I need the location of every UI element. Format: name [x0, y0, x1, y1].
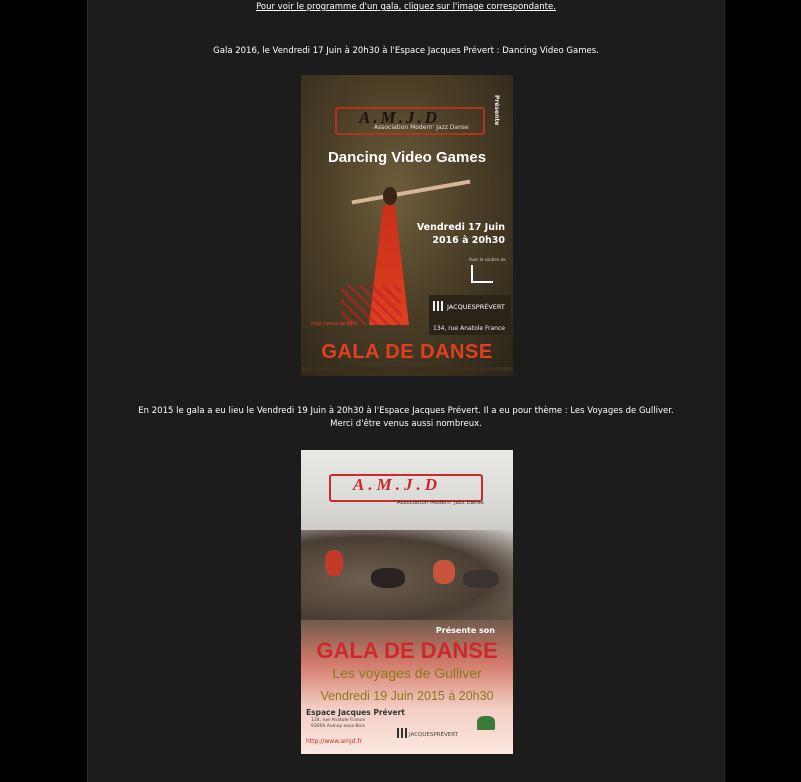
gala-2015-poster[interactable]: A.M.J.D Association Modern' Jazz Danse P…: [301, 450, 513, 754]
gala-2015-caption-line1: En 2015 le gala a eu lieu le Vendredi 19…: [138, 406, 674, 416]
intro-link[interactable]: Pour voir le programme d'un gala, clique…: [256, 2, 556, 12]
jacques-prevert-logo-icon: [433, 301, 445, 311]
sponsor-logo-icon: [471, 265, 493, 283]
poster-theme: Les voyages de Gulliver: [332, 665, 482, 681]
gala-2015-caption: En 2015 le gala a eu lieu le Vendredi 19…: [88, 405, 724, 431]
poster-date: Vendredi 19 Juin 2015 à 20h30: [320, 689, 494, 703]
poster-fine-print: [301, 367, 513, 371]
dancer-figure-head: [383, 187, 397, 205]
gala-2015-caption-line2: Merci d'être venus aussi nombreux.: [330, 419, 482, 429]
intro-text: Pour voir le programme d'un gala, clique…: [88, 1, 724, 14]
content-panel: Pour voir le programme d'un gala, clique…: [87, 0, 725, 782]
poster-title: GALA DE DANSE: [316, 638, 498, 663]
gala-2016-caption: Gala 2016, le Vendredi 17 Juin à 20h30 à…: [213, 46, 599, 56]
poster-url: http://www.amjd.fr: [306, 738, 362, 745]
dancer-figure: [371, 568, 405, 588]
sponsor-logo-icon: [477, 716, 495, 730]
association-name: Association Modern' Jazz Danse: [397, 500, 484, 506]
poster-footer-title: GALA DE DANSE: [321, 341, 493, 363]
dancer-figure: [433, 560, 455, 584]
poster-url: http://www.amjd.fr: [311, 321, 358, 327]
gala-2016-poster[interactable]: A.M.J.D Association Modern' Jazz Danse P…: [301, 75, 513, 376]
poster-date: Vendredi 17 Juin 2016 à 20h30: [417, 221, 505, 247]
venue-address: 134, rue Anatole France: [433, 325, 505, 332]
sponsor-label: Avec le soutien de: [469, 257, 506, 262]
venue-name: Espace Jacques Prévert: [306, 708, 405, 717]
jacques-prevert-name: JACQUESPRÉVERT: [409, 732, 458, 738]
dancer-figure: [463, 570, 499, 588]
poster-title: Dancing Video Games: [327, 149, 487, 166]
venue-name: JACQUESPRÉVERT: [447, 303, 505, 311]
venue-address: 134, rue Anatole France 93600 Aulnay-sou…: [311, 718, 365, 729]
presente-text: Présente son: [435, 626, 495, 635]
dancer-figure-arms: [351, 179, 471, 205]
poster-date-line2: 2016 à 20h30: [432, 235, 505, 246]
poster-date-line1: Vendredi 17 Juin: [416, 222, 505, 233]
venue-address-line1: 134, rue Anatole France: [311, 718, 365, 723]
amjd-logo-text: A.M.J.D: [353, 475, 441, 494]
jacques-prevert-logo-icon: [397, 728, 407, 738]
presente-text: Présente: [493, 95, 500, 126]
decorative-pixels: [341, 285, 401, 325]
association-name: Association Modern' Jazz Danse: [374, 124, 469, 131]
dancer-figure: [325, 550, 343, 576]
venue-address-line2: 93600 Aulnay-sous-Bois: [311, 723, 365, 729]
